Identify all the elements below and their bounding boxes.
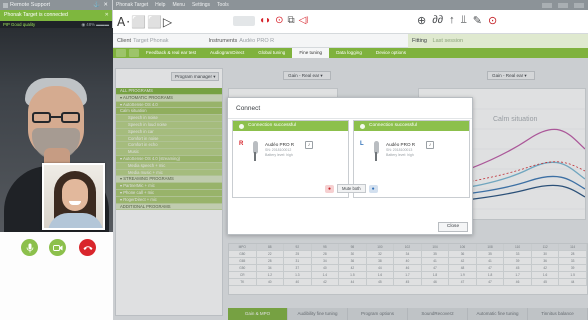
device-details: SN: 2018100013 Battery level: high <box>386 148 414 158</box>
end-call-button[interactable] <box>79 239 96 256</box>
left-ear-mute-icon[interactable]: ● <box>368 184 378 193</box>
connection-status: Connection successful <box>248 123 296 128</box>
tab-data-logging[interactable]: Data logging <box>329 48 369 58</box>
battery-level: Battery level: high <box>386 153 414 157</box>
call-controls <box>0 232 113 320</box>
nav-back-button[interactable] <box>116 49 126 57</box>
main-toolbar: A·⬜⬜▷ ◖◗ ⊙ ⧉ ◁⧘ ⊕ ∂∂ ↑ ⫫ ✎ ⊙ <box>113 10 588 34</box>
connection-status-header: Connection successful <box>233 121 348 131</box>
connection-status-bar: PIP Good quality ◉ 48% ▬▬▬ <box>0 21 112 28</box>
tab-feedback[interactable]: Feedback & real ear test <box>139 48 203 58</box>
remote-support-title: Remote Support <box>10 2 51 8</box>
check-icon <box>360 123 365 129</box>
client-label: Client <box>117 37 132 44</box>
fitting-tag[interactable]: Fitting Last session <box>408 34 588 48</box>
connection-status: Connection successful <box>369 123 417 128</box>
nav-forward-button[interactable] <box>129 49 139 57</box>
hearing-aids-icon[interactable]: ∂∂ <box>432 14 443 27</box>
remote-icon[interactable]: ⊙ <box>488 14 497 27</box>
upload-icon[interactable]: ↑ <box>449 14 455 27</box>
toolbar-right-icons: ⊕ ∂∂ ↑ ⫫ ✎ ⊙ <box>417 14 497 27</box>
menu-tools[interactable]: Tools <box>217 0 229 10</box>
volume-icon[interactable]: ◁⧘ <box>299 15 309 26</box>
battery-status: ◉ 48% ▬▬▬ <box>81 22 109 27</box>
hearing-aid-icon[interactable]: ⊙ <box>275 15 283 26</box>
sound-icon[interactable]: ⫫ <box>461 14 467 27</box>
connect-dialog: Connect Connection successful R Audéo PR… <box>227 97 473 235</box>
link-icon[interactable]: ⧉ <box>287 15 294 26</box>
device-name: Audéo PRO R <box>265 142 295 147</box>
window-controls[interactable]: ⚓ ✕ <box>93 0 112 10</box>
right-ear-indicator: R <box>239 141 244 147</box>
fitting-label: Fitting <box>412 38 427 44</box>
left-ear-indicator: L <box>360 141 364 147</box>
battery-level: Battery level: high <box>265 153 293 157</box>
fitting-value: Last session <box>432 38 464 44</box>
connected-message: Phonak Target is connected <box>4 12 68 18</box>
hang-up-icon <box>83 245 92 250</box>
remote-support-titlebar: Remote Support ⚓ ✕ <box>0 0 112 10</box>
toolbar-logo-icons[interactable]: A·⬜⬜▷ <box>117 15 173 29</box>
tab-fine-tuning[interactable]: Fine tuning <box>292 48 330 58</box>
screen: Remote Support ⚓ ✕ Phonak Target is conn… <box>0 0 588 320</box>
fitting-tabs: Feedback & real ear test AudiogramDirect… <box>113 48 588 58</box>
device-details: SN: 2018100012 Battery level: high <box>265 148 293 158</box>
window-controls <box>542 2 588 8</box>
device-toolbar: ◖◗ ⊙ ⧉ ◁⧘ <box>233 15 308 26</box>
client-value: Target Phonak <box>133 37 169 44</box>
tab-global-tuning[interactable]: Global tuning <box>251 48 292 58</box>
camera-icon <box>52 244 62 251</box>
app-title: Phonak Target <box>116 2 149 8</box>
tab-audiogramdirect[interactable]: AudiogramDirect <box>203 48 251 58</box>
app-titlebar: Phonak Target Help Menu Settings Tools <box>113 0 588 10</box>
connect-button[interactable] <box>233 15 255 26</box>
connection-quality: PIP Good quality <box>3 22 36 27</box>
camera-button[interactable] <box>49 239 66 256</box>
beep-icon[interactable]: ♪ <box>305 141 313 149</box>
self-video-pip <box>42 163 105 230</box>
close-button[interactable]: Close <box>438 222 468 232</box>
menu-help[interactable]: Help <box>155 0 165 10</box>
hearing-aid-icon <box>251 141 259 161</box>
glasses <box>32 112 80 124</box>
instruments-value: Audéo PRO R <box>239 37 275 44</box>
check-icon <box>239 123 244 129</box>
session-info-bar: Client Target Phonak Instruments Audéo P… <box>113 34 588 48</box>
beep-icon[interactable]: ♪ <box>426 141 434 149</box>
tools-icon[interactable]: ✎ <box>473 14 482 27</box>
close-icon[interactable]: ✕ <box>105 10 112 21</box>
mute-both-button[interactable]: Mute both <box>337 184 366 193</box>
globe-icon[interactable]: ⊕ <box>417 14 426 27</box>
instruments-label: Instruments <box>208 37 238 44</box>
connection-status-header: Connection successful <box>354 121 469 131</box>
microphone-button[interactable] <box>21 239 38 256</box>
microphone-icon <box>26 243 33 252</box>
app-icon <box>3 2 8 8</box>
dialog-title: Connect <box>236 105 261 112</box>
hearing-aid-icon <box>372 141 380 161</box>
remote-support-panel: Remote Support ⚓ ✕ Phonak Target is conn… <box>0 0 113 320</box>
right-ear-mute-icon[interactable]: ● <box>325 184 334 193</box>
mute-controls: ● Mute both ● <box>325 184 378 193</box>
tab-device-options[interactable]: Device options <box>369 48 413 58</box>
menu-settings[interactable]: Settings <box>192 0 210 10</box>
hearing-aid-right-icon[interactable]: ◖◗ <box>259 15 271 26</box>
connected-banner: Phonak Target is connected ✕ <box>0 10 112 21</box>
device-name: Audéo PRO R <box>386 142 416 147</box>
menu-menu[interactable]: Menu <box>172 0 185 10</box>
